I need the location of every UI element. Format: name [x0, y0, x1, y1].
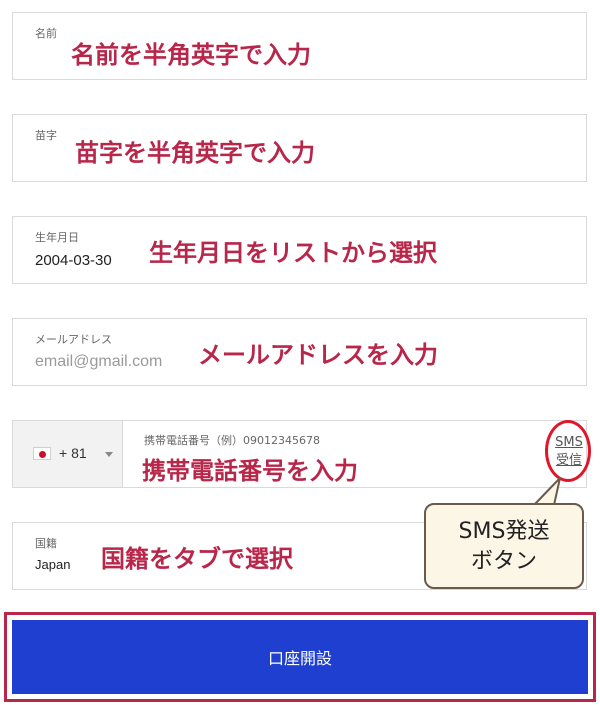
nationality-annotation: 国籍をタブで選択	[101, 545, 293, 573]
first-name-label: 名前	[35, 27, 57, 40]
country-code: + 81	[59, 445, 87, 461]
phone-annotation: 携帯電話番号を入力	[142, 457, 358, 485]
first-name-field[interactable]: 名前 名前を半角英字で入力	[12, 12, 587, 80]
birthdate-annotation: 生年月日をリストから選択	[149, 239, 437, 267]
phone-field: + 81 携帯電話番号（例）09012345678 携帯電話番号を入力 SMS …	[12, 420, 587, 488]
callout-line-1: SMS発送	[458, 519, 550, 544]
open-account-button[interactable]: 口座開設	[12, 620, 588, 694]
email-field[interactable]: メールアドレス email@gmail.com メールアドレスを入力	[12, 318, 587, 386]
email-placeholder: email@gmail.com	[35, 353, 163, 370]
nationality-value: Japan	[35, 557, 71, 572]
phone-input[interactable]: 携帯電話番号（例）09012345678 携帯電話番号を入力	[124, 421, 544, 487]
nationality-label: 国籍	[35, 537, 57, 550]
last-name-label: 苗字	[35, 129, 57, 142]
country-code-select[interactable]: + 81	[13, 421, 123, 487]
birthdate-field[interactable]: 生年月日 2004-03-30 生年月日をリストから選択	[12, 216, 587, 284]
last-name-annotation: 苗字を半角英字で入力	[75, 139, 315, 167]
email-label: メールアドレス	[35, 333, 112, 346]
first-name-annotation: 名前を半角英字で入力	[71, 41, 311, 69]
birthdate-value: 2004-03-30	[35, 252, 112, 269]
chevron-down-icon	[105, 452, 113, 457]
email-annotation: メールアドレスを入力	[198, 341, 438, 369]
phone-label: 携帯電話番号（例）09012345678	[144, 434, 320, 447]
callout-line-2: ボタン	[470, 549, 537, 574]
last-name-field[interactable]: 苗字 苗字を半角英字で入力	[12, 114, 587, 182]
birthdate-label: 生年月日	[35, 231, 79, 244]
sms-send-callout: SMS発送 ボタン	[424, 503, 584, 589]
japan-flag-icon	[33, 447, 51, 460]
